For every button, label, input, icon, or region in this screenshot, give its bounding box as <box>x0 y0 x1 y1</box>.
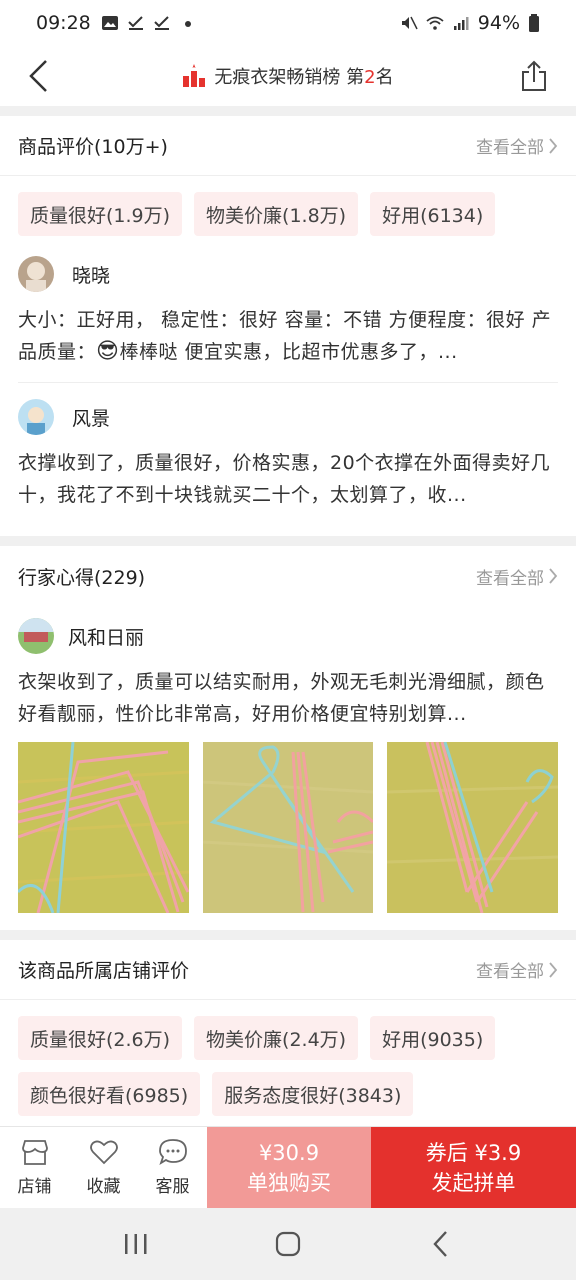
single-label: 单独购买 <box>247 1170 331 1195</box>
chat-icon <box>158 1139 187 1166</box>
battery-icon <box>529 14 539 32</box>
battery-percent: 94% <box>477 12 520 34</box>
recent-apps-button[interactable] <box>106 1219 166 1269</box>
avatar <box>18 399 54 435</box>
chevron-left-icon <box>29 60 47 92</box>
home-icon <box>275 1231 301 1257</box>
rank-suffix: 名 <box>375 67 394 88</box>
start-group-buy-button[interactable]: 券后 ¥3.9 发起拼单 <box>371 1127 576 1208</box>
favorite-label: 收藏 <box>86 1177 121 1197</box>
review-user: 风景 <box>18 387 558 447</box>
review-photo[interactable] <box>202 742 374 913</box>
expert-username: 风和日丽 <box>68 626 145 649</box>
review-item[interactable]: 风景 衣撑收到了，质量很好，价格实惠，20个衣撑在外面得卖好几十，我花了不到十块… <box>0 387 576 511</box>
signal-icon <box>453 17 469 30</box>
single-price: ¥30.9 <box>258 1140 320 1165</box>
reviews-see-all-link[interactable]: 查看全部 <box>476 133 558 158</box>
rank-prefix: 无痕衣架畅销榜 第 <box>214 67 365 88</box>
heart-icon <box>89 1140 118 1165</box>
section-header: 商品评价(10万+) 查看全部 <box>0 116 576 176</box>
wifi-icon <box>426 16 444 30</box>
favorite-button[interactable]: 收藏 <box>69 1127 138 1208</box>
experts-see-all-link[interactable]: 查看全部 <box>476 564 558 589</box>
status-time: 09:28 <box>36 12 91 34</box>
store-tag[interactable]: 颜色很好看(6985) <box>18 1072 201 1116</box>
review-text: 大小：正好用， 稳定性：很好 容量：不错 方便程度：很好 产品质量：😎棒棒哒 便… <box>18 304 558 368</box>
review-tag[interactable]: 物美价廉(1.8万) <box>194 192 359 236</box>
section-header: 行家心得(229) 查看全部 <box>0 546 576 606</box>
review-username: 风景 <box>72 407 111 430</box>
review-user: 晓晓 <box>18 244 558 304</box>
review-photo[interactable] <box>18 742 189 913</box>
sunglasses-emoji-icon: 😎 <box>96 339 120 364</box>
shop-button[interactable]: 店铺 <box>0 1127 69 1208</box>
back-nav-button[interactable] <box>410 1219 470 1269</box>
group-label: 发起拼单 <box>431 1170 516 1195</box>
service-label: 客服 <box>155 1177 190 1197</box>
mute-icon <box>401 16 418 30</box>
chevron-left-icon <box>433 1231 447 1257</box>
store-see-all-link[interactable]: 查看全部 <box>476 957 558 982</box>
divider <box>0 930 576 940</box>
product-reviews-section: 商品评价(10万+) 查看全部 质量很好(1.9万) 物美价廉(1.8万) 好用… <box>0 116 576 536</box>
chevron-right-icon <box>549 568 558 584</box>
review-photo[interactable] <box>387 742 559 913</box>
review-text-part: 棒棒哒 便宜实惠，比超市优惠多了，... <box>119 341 458 363</box>
system-nav-bar <box>0 1208 576 1280</box>
reviews-title: 商品评价(10万+) <box>18 136 168 158</box>
store-tag[interactable]: 质量很好(2.6万) <box>18 1016 183 1060</box>
divider <box>0 106 576 116</box>
avatar <box>18 618 54 654</box>
buy-alone-button[interactable]: ¥30.9 单独购买 <box>207 1127 371 1208</box>
avatar <box>18 256 54 292</box>
store-tag[interactable]: 好用(9035) <box>370 1016 496 1060</box>
store-tag[interactable]: 服务态度很好(3843) <box>212 1072 414 1116</box>
group-price: 券后 ¥3.9 <box>425 1140 522 1165</box>
expert-post[interactable]: 风和日丽 衣架收到了，质量可以结实耐用，外观无毛刺光滑细腻，颜色好看靓丽，性价比… <box>0 606 576 730</box>
review-item[interactable]: 晓晓 大小：正好用， 稳定性：很好 容量：不错 方便程度：很好 产品质量：😎棒棒… <box>0 244 576 368</box>
expert-experience-section: 行家心得(229) 查看全部 风和日丽 衣架收到了，质量可以结实耐用，外观无毛刺… <box>0 546 576 930</box>
dot-icon <box>184 21 191 27</box>
rank-number: 2 <box>364 67 376 88</box>
divider <box>0 536 576 546</box>
see-all-label: 查看全部 <box>476 138 544 158</box>
store-reviews-section: 该商品所属店铺评价 查看全部 质量很好(2.6万) 物美价廉(2.4万) 好用(… <box>0 940 576 1130</box>
expert-photos <box>0 730 576 913</box>
section-header: 该商品所属店铺评价 查看全部 <box>0 940 576 1000</box>
divider <box>18 382 558 383</box>
shop-label: 店铺 <box>17 1177 52 1197</box>
review-text: 衣撑收到了，质量很好，价格实惠，20个衣撑在外面得卖好几十，我花了不到十块钱就买… <box>18 452 551 506</box>
store-icon <box>21 1140 48 1165</box>
bottom-action-bar: 店铺 收藏 客服 ¥30.9 单独购买 券后 ¥3.9 发起拼单 <box>0 1126 576 1208</box>
review-tag[interactable]: 好用(6134) <box>370 192 496 236</box>
review-tag[interactable]: 质量很好(1.9万) <box>18 192 183 236</box>
recent-apps-icon <box>125 1234 147 1254</box>
back-button[interactable] <box>18 56 58 96</box>
store-tags: 质量很好(2.6万) 物美价廉(2.4万) 好用(9035) 颜色很好看(698… <box>0 1000 576 1116</box>
expert-text: 衣架收到了，质量可以结实耐用，外观无毛刺光滑细腻，颜色好看靓丽，性价比非常高，好… <box>18 671 545 725</box>
expert-user: 风和日丽 <box>18 606 558 666</box>
share-button[interactable] <box>514 56 554 96</box>
ranking-link[interactable]: 无痕衣架畅销榜 第2名 <box>182 63 394 89</box>
check-download-icon <box>128 16 143 30</box>
see-all-label: 查看全部 <box>476 568 544 589</box>
home-button[interactable] <box>258 1219 318 1269</box>
ranking-icon <box>183 64 206 87</box>
see-all-label: 查看全部 <box>476 962 544 982</box>
check-download-icon <box>154 16 169 30</box>
chevron-right-icon <box>549 137 558 154</box>
gallery-icon <box>101 16 118 30</box>
status-bar: 09:28 94% <box>0 0 576 46</box>
experts-title: 行家心得(229) <box>18 566 146 589</box>
page-header: 无痕衣架畅销榜 第2名 <box>0 46 576 106</box>
share-icon <box>522 60 546 91</box>
store-tag[interactable]: 物美价廉(2.4万) <box>194 1016 359 1060</box>
review-username: 晓晓 <box>72 264 111 287</box>
customer-service-button[interactable]: 客服 <box>138 1127 207 1208</box>
chevron-right-icon <box>549 961 558 978</box>
store-title: 该商品所属店铺评价 <box>18 960 190 982</box>
review-tags: 质量很好(1.9万) 物美价廉(1.8万) 好用(6134) <box>0 176 576 236</box>
